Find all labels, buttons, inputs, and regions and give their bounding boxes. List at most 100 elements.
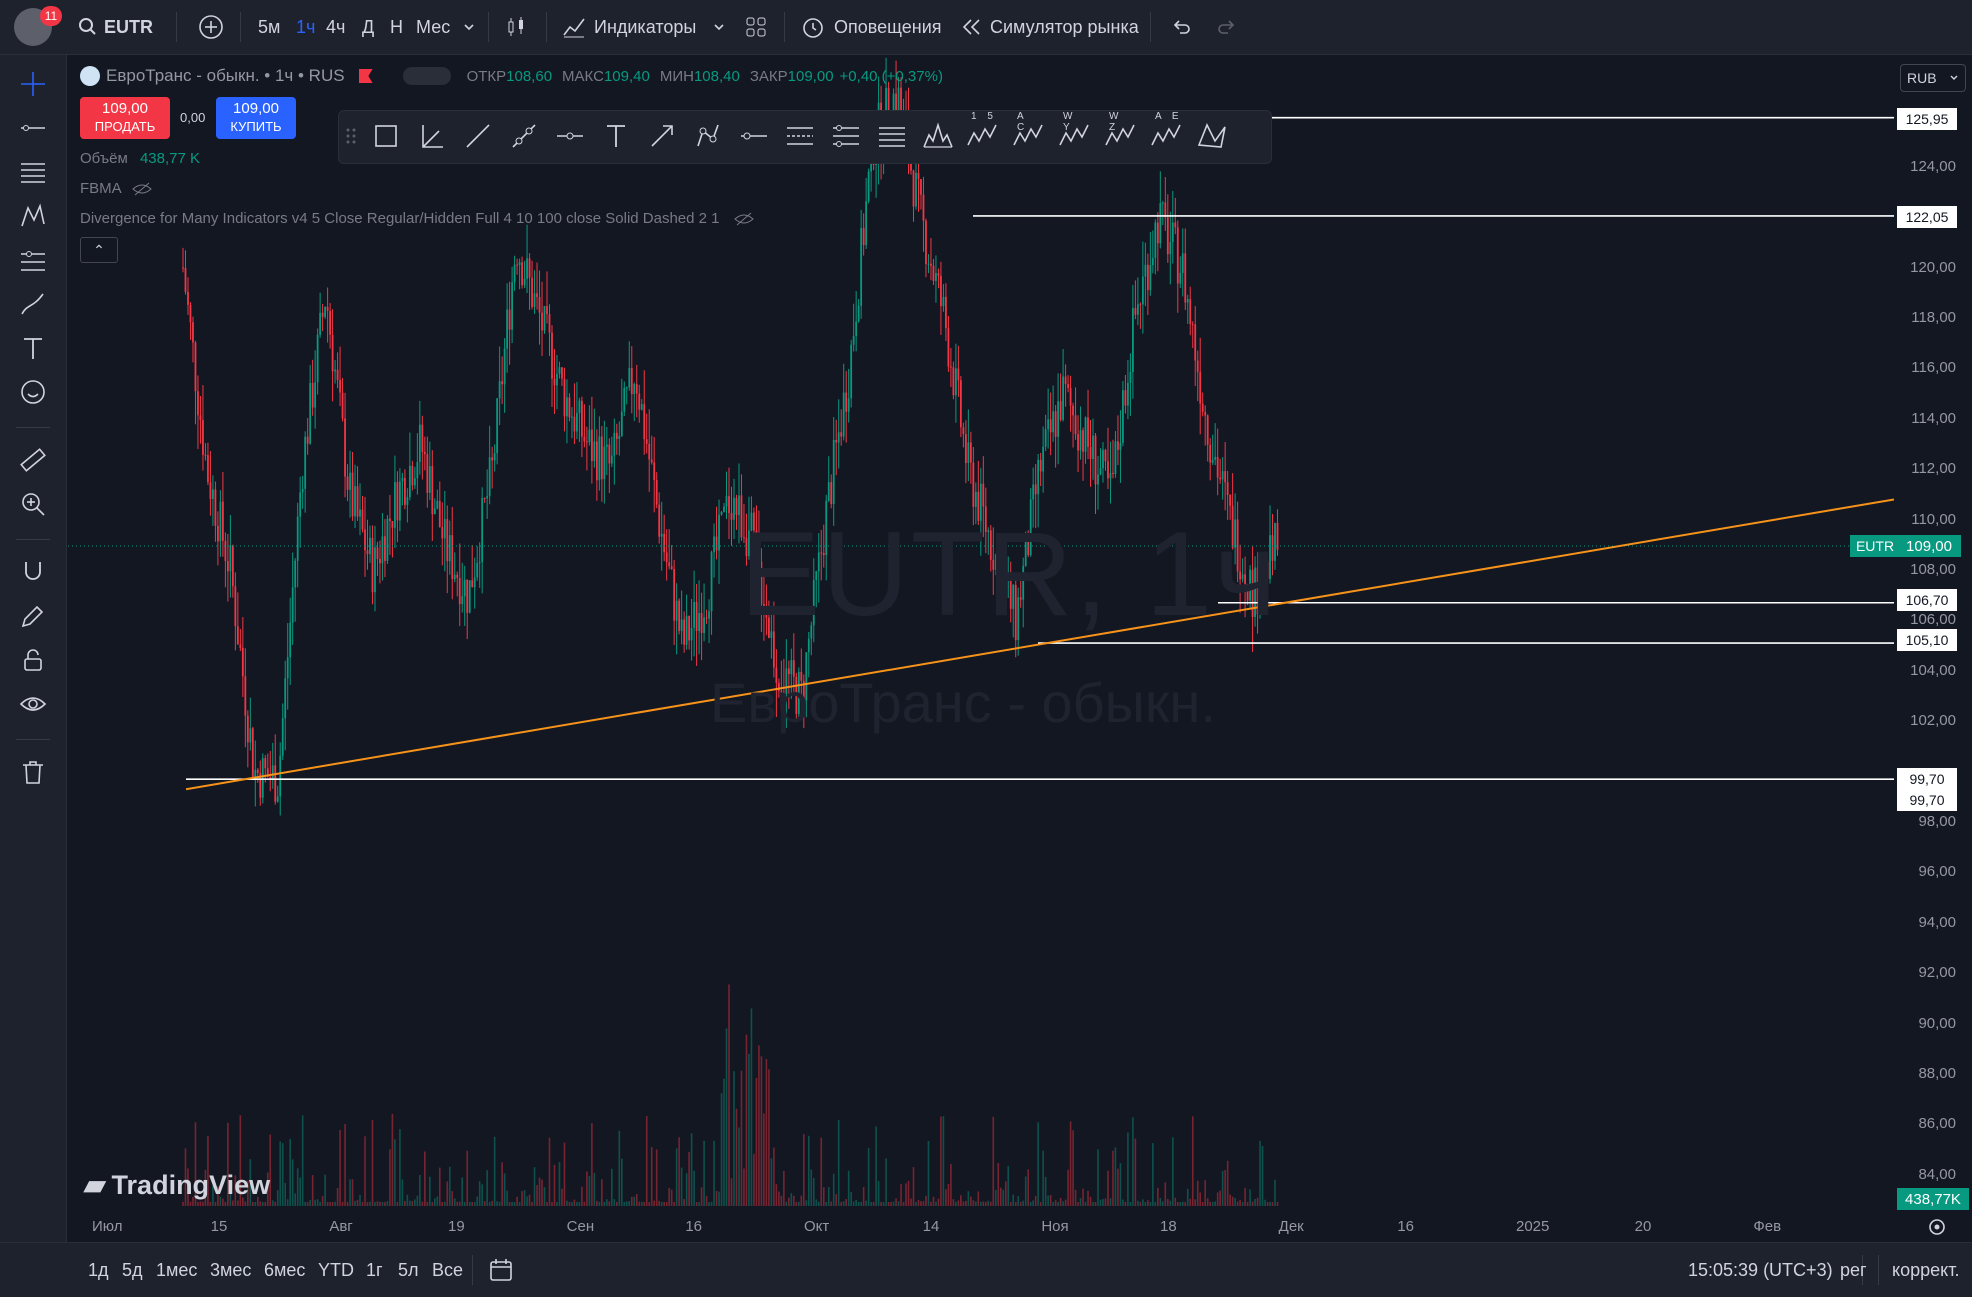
head-shoulders-tool[interactable] [921, 119, 955, 153]
forecast-tool[interactable] [14, 241, 52, 279]
drawing-mode-tool[interactable] [14, 597, 52, 635]
indicator-toggle[interactable] [402, 67, 451, 85]
rectangle-tool[interactable] [369, 119, 403, 153]
xabcd-pattern-tool[interactable] [1195, 119, 1229, 153]
volume-legend[interactable]: Объём 438,77 K [80, 150, 200, 167]
indicators-button[interactable]: Индикаторы [562, 0, 696, 54]
timeframe-dropdown[interactable] [462, 0, 476, 54]
range-1y[interactable]: 1г [366, 1243, 383, 1297]
timeframe-day[interactable]: Д [362, 0, 374, 54]
tradingview-logo[interactable]: ▰ TradingView [84, 1168, 270, 1201]
ray-tool[interactable] [507, 119, 541, 153]
arrow-tool[interactable] [645, 119, 679, 153]
crosshair-tool[interactable] [14, 65, 52, 103]
volume-bar [1236, 1201, 1239, 1206]
emoji-tool[interactable] [14, 373, 52, 411]
volume-bar [690, 1133, 693, 1206]
candle-body [436, 500, 439, 509]
magnet-tool[interactable] [14, 553, 52, 591]
visibility-tool[interactable] [14, 685, 52, 723]
undo-button[interactable] [1170, 0, 1192, 54]
elliott-triangle-tool[interactable]: W Y [1057, 111, 1091, 153]
range-3m[interactable]: 3мес [210, 1243, 251, 1297]
elliott-double-combo-tool[interactable]: W Z [1103, 111, 1137, 153]
compare-symbol-button[interactable] [198, 0, 224, 54]
timeframe-week[interactable]: Н [390, 0, 403, 54]
volume-bar [1074, 1189, 1077, 1206]
level-box-125-95[interactable]: 125,95 [1897, 108, 1957, 130]
indicator-templates-dropdown[interactable] [712, 0, 726, 54]
symbol-search[interactable]: EUTR [78, 0, 153, 54]
angle-tool[interactable] [415, 119, 449, 153]
session-toggle[interactable]: рег [1840, 1243, 1867, 1297]
measure-tool[interactable] [14, 441, 52, 479]
level-box-122-05[interactable]: 122,05 [1897, 206, 1957, 228]
chart-pane[interactable] [68, 56, 1895, 1240]
timeframe-5m[interactable]: 5м [258, 0, 280, 54]
text-draw-tool[interactable] [599, 119, 633, 153]
candle-body [1224, 471, 1227, 483]
text-tool[interactable] [14, 329, 52, 367]
divergence-legend[interactable]: Divergence for Many Indicators v4 5 Clos… [80, 210, 754, 227]
go-to-date-button[interactable] [488, 1243, 514, 1297]
elliott-triple-combo-tool[interactable]: A E [1149, 111, 1183, 153]
level-box-105-10[interactable]: 105,10 [1897, 629, 1957, 651]
horizontal-line-tool[interactable] [553, 119, 587, 153]
chart-type-button[interactable] [504, 0, 528, 54]
candle-body [969, 442, 972, 463]
remove-drawings-tool[interactable] [14, 753, 52, 791]
volume-bar [882, 1201, 885, 1206]
legend-title[interactable]: ЕвроТранс - обыкн. • 1ч • RUS [106, 66, 345, 86]
candle-body [231, 545, 234, 587]
time-axis[interactable]: Июл 15 Авг 19 Сен 16 Окт 14 Ноя 18 Дек 16 2025 20 Фев [68, 1212, 1894, 1240]
range-1m[interactable]: 1мес [156, 1243, 197, 1297]
timeframe-month[interactable]: Мес [416, 0, 450, 54]
level-box-99-70-a[interactable]: 99,70 [1897, 768, 1957, 790]
hidden-eye-icon[interactable] [733, 211, 754, 227]
range-5y[interactable]: 5л [398, 1243, 419, 1297]
clock-timezone[interactable]: 15:05:39 (UTC+3) [1688, 1243, 1833, 1297]
level-box-99-70-b[interactable]: 99,70 [1897, 789, 1957, 811]
volume-bar [693, 1170, 695, 1206]
alerts-button[interactable]: Оповещения [800, 0, 942, 54]
path-tool[interactable] [691, 119, 725, 153]
trend-line-tool[interactable] [14, 109, 52, 147]
fib-tool[interactable] [14, 153, 52, 191]
volume-bar [311, 1175, 314, 1206]
lock-tool[interactable] [14, 641, 52, 679]
redo-button[interactable] [1216, 0, 1238, 54]
level-box-106-70[interactable]: 106,70 [1897, 589, 1957, 611]
fib-extension-tool[interactable] [829, 119, 863, 153]
hidden-eye-icon[interactable] [131, 181, 152, 197]
range-ytd[interactable]: YTD [318, 1243, 354, 1297]
adjust-toggle[interactable]: коррект. [1892, 1243, 1959, 1297]
range-all[interactable]: Все [432, 1243, 463, 1297]
market-replay-button[interactable]: Симулятор рынка [960, 0, 1139, 54]
fib-retracement-tool[interactable] [783, 119, 817, 153]
price-chart[interactable] [68, 56, 1895, 1240]
sell-button[interactable]: 109,00 ПРОДАТЬ [80, 97, 170, 139]
volume-bar [992, 1116, 995, 1206]
market-replay-label: Симулятор рынка [990, 16, 1139, 37]
fbma-legend[interactable]: FBMA [80, 180, 152, 197]
axis-settings-button[interactable] [1924, 1214, 1950, 1240]
elliott-impulse-tool[interactable]: 1 5 [965, 111, 999, 153]
drag-handle[interactable] [343, 119, 359, 153]
brush-tool[interactable] [14, 285, 52, 323]
parallel-channel-tool[interactable] [875, 119, 909, 153]
candle-body [862, 228, 865, 246]
timeframe-4h[interactable]: 4ч [326, 0, 345, 54]
range-5d[interactable]: 5д [122, 1243, 143, 1297]
pattern-tool[interactable] [14, 197, 52, 235]
elliott-correction-tool[interactable]: A C [1011, 111, 1045, 153]
line-tool[interactable] [461, 119, 495, 153]
currency-select[interactable]: RUB [1900, 64, 1966, 92]
timeframe-1h[interactable]: 1ч [296, 0, 315, 54]
collapse-legend-button[interactable]: ⌃ [80, 237, 118, 263]
ray-horizontal-tool[interactable] [737, 119, 771, 153]
buy-button[interactable]: 109,00 КУПИТЬ [216, 97, 296, 139]
range-6m[interactable]: 6мес [264, 1243, 305, 1297]
range-1d[interactable]: 1д [88, 1243, 109, 1297]
zoom-tool[interactable] [14, 485, 52, 523]
layout-button[interactable] [744, 0, 768, 54]
